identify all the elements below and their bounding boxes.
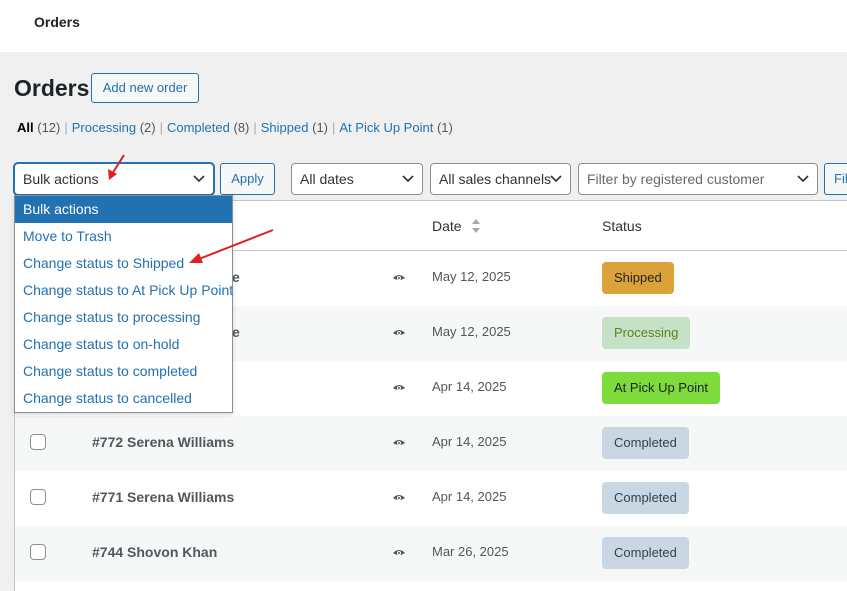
topbar-title: Orders [34,14,80,30]
status-badge: Processing [602,317,691,349]
chevron-down-icon [193,164,205,194]
row-checkbox[interactable] [30,489,46,505]
separator: | [159,120,163,135]
status-badge: Completed [602,482,689,514]
chevron-down-icon [402,164,414,194]
apply-button[interactable]: Apply [220,163,275,195]
row-checkbox[interactable] [30,434,46,450]
order-name[interactable]: #771 Serena Williams [92,489,234,505]
filter-button[interactable]: Filter [824,163,847,195]
eye-icon[interactable] [392,382,406,394]
status-count: (1) [312,120,328,135]
order-date: Apr 14, 2025 [432,489,507,504]
chevron-down-icon [797,164,809,194]
eye-icon[interactable] [392,272,406,284]
table-row[interactable]: #744 Shovon Khan Mar 26, 2025 Completed [15,526,847,581]
order-name[interactable]: #744 Shovon Khan [92,544,217,560]
customer-filter-placeholder: Filter by registered customer [587,171,765,187]
status-count: (1) [436,120,453,135]
chevron-down-icon [550,164,562,194]
dates-select[interactable]: All dates [291,163,423,195]
status-badge: Completed [602,427,689,459]
annotation-arrow-icon [108,154,125,180]
order-name-tail[interactable]: e [232,269,240,285]
status-badge: Completed [602,537,689,569]
row-checkbox[interactable] [30,544,46,560]
sales-channels-select[interactable]: All sales channels [430,163,571,195]
column-date[interactable]: Date [432,218,481,237]
status-count: (12) [37,120,61,135]
bulk-action-option[interactable]: Change status to processing [15,304,232,331]
separator: | [332,120,336,135]
order-date: May 12, 2025 [432,269,511,284]
order-date: May 12, 2025 [432,324,511,339]
column-date-label: Date [432,218,462,235]
top-bar: Orders [0,0,847,52]
column-status: Status [602,218,642,234]
order-name[interactable]: #772 Serena Williams [92,434,234,450]
status-badge: At Pick Up Point [602,372,720,404]
bulk-action-option[interactable]: Change status to completed [15,358,232,385]
bulk-actions-value: Bulk actions [23,171,99,187]
status-link[interactable]: All [17,120,34,135]
order-date: Apr 14, 2025 [432,379,507,394]
table-row[interactable]: #771 Serena Williams Apr 14, 2025 Complete… [15,471,847,526]
bulk-action-option[interactable]: Change status to cancelled [15,385,232,412]
annotation-arrow-icon [189,229,274,263]
sort-icon [471,218,481,237]
status-count: (8) [233,120,250,135]
bulk-action-option[interactable]: Bulk actions [15,196,232,223]
status-link[interactable]: Completed [167,120,230,135]
status-link[interactable]: Shipped [261,120,309,135]
order-name-tail[interactable]: e [232,324,240,340]
status-badge: Shipped [602,262,674,294]
separator: | [64,120,68,135]
status-filter-links: All (12) | Processing (2) | Completed (8) | Sh… [17,120,453,135]
order-date: Apr 14, 2025 [432,434,507,449]
sales-channels-value: All sales channels [439,171,552,187]
page-title: Orders [14,75,90,101]
bulk-action-option[interactable]: Change status to on-hold [15,331,232,358]
eye-icon[interactable] [392,327,406,339]
dates-value: All dates [300,171,354,187]
status-link[interactable]: Processing [72,120,136,135]
separator: | [253,120,257,135]
customer-filter-select[interactable]: Filter by registered customer [578,163,818,195]
status-link[interactable]: At Pick Up Point [339,120,433,135]
bulk-action-option[interactable]: Change status to At Pick Up Point [15,277,233,304]
status-count: (2) [139,120,156,135]
eye-icon[interactable] [392,492,406,504]
order-date: Mar 26, 2025 [432,544,509,559]
add-new-order-button[interactable]: Add new order [91,73,199,103]
eye-icon[interactable] [392,547,406,559]
eye-icon[interactable] [392,437,406,449]
table-row[interactable]: #772 Serena Williams Apr 14, 2025 Complete… [15,416,847,471]
